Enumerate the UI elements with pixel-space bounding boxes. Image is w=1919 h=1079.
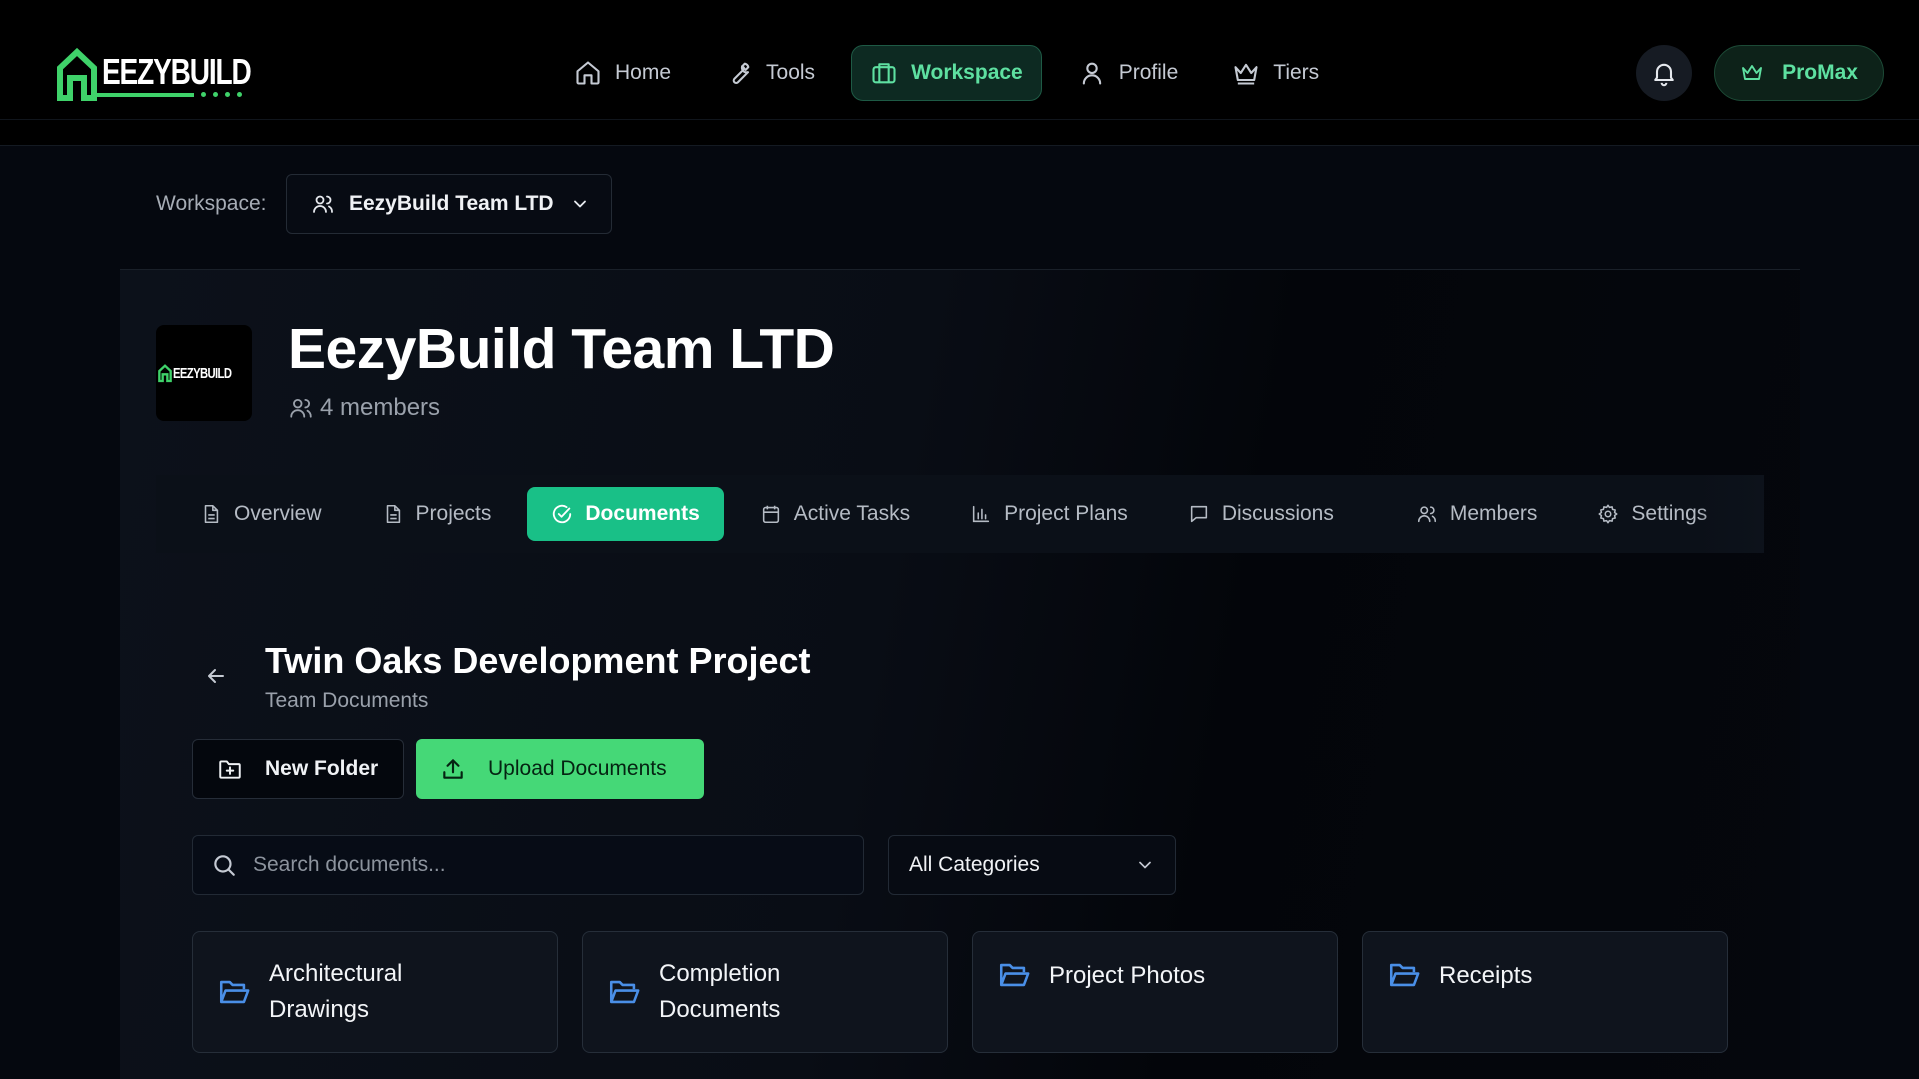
brand-logo[interactable]: EEZYBUILD [56,46,293,102]
main-nav: Home Tools Workspace Profile Tiers [556,45,1355,101]
nav-profile-label: Profile [1118,61,1179,84]
brand-name: EEZYBUILD [102,51,252,92]
nav-tools-label: Tools [766,61,816,84]
house-logo-icon [57,47,97,101]
nav-tiers-label: Tiers [1273,61,1320,84]
divider [0,119,1919,120]
upload-documents-label: Upload Documents [488,757,667,780]
project-title: Twin Oaks Development Project [265,640,811,681]
home-icon [576,61,600,85]
team-logo-text: EEZYBUILD [172,364,232,382]
project-subtitle: Team Documents [265,689,429,712]
tab-members[interactable]: Members [1392,487,1562,541]
folder-open-icon [1389,963,1420,987]
workspace-selected: EezyBuild Team LTD [349,192,554,215]
crown-icon [1234,63,1258,85]
tab-active-tasks-label: Active Tasks [793,502,911,525]
document-icon [386,504,400,524]
bell-icon [1654,63,1674,87]
chat-icon [1190,505,1207,523]
new-folder-label: New Folder [265,757,379,780]
team-name: EezyBuild Team LTD [288,317,835,381]
nav-home[interactable]: Home [556,45,689,101]
folder-plus-icon [219,760,241,779]
tab-project-plans[interactable]: Project Plans [946,487,1152,541]
document-icon [204,504,219,524]
wrench-icon [732,62,750,84]
nav-home-label: Home [615,61,672,84]
gear-icon [1598,504,1618,524]
top-navigation-bar: EEZYBUILD Home Tools Workspace Profile T… [0,0,1919,146]
category-select[interactable]: All Categories [888,835,1176,895]
tab-overview-label: Overview [234,502,322,525]
search-input[interactable] [253,853,853,877]
plan-badge-button[interactable]: ProMax [1714,45,1884,101]
category-selected: All Categories [909,853,1040,876]
tab-project-plans-label: Project Plans [1004,502,1128,525]
user-icon [1082,62,1101,85]
folder-open-icon [219,980,250,1004]
folder-label: Architectural Drawings [269,960,403,1023]
users-icon [290,398,312,418]
folder-grid: Architectural Drawings Completion Docume… [192,931,1728,1053]
search-icon [214,855,235,876]
tab-discussions[interactable]: Discussions [1164,487,1358,541]
tab-active-tasks[interactable]: Active Tasks [736,487,934,541]
folder-open-icon [999,963,1030,987]
users-icon [1417,506,1436,523]
workspace-tabs: Overview Projects Documents Active Tasks… [156,475,1764,553]
member-count-label: 4 members [320,394,441,421]
nav-tools[interactable]: Tools [707,45,833,101]
team-member-count: 4 members [288,394,440,422]
folder-card[interactable]: Completion Documents [582,931,948,1053]
logo-underline [94,92,293,97]
workspace-label: Workspace: [156,192,267,215]
folder-card[interactable]: Receipts [1362,931,1728,1053]
users-icon [313,195,333,213]
crown-icon [1742,65,1763,80]
nav-workspace[interactable]: Workspace [851,45,1042,101]
upload-documents-button[interactable]: Upload Documents [416,739,704,799]
team-avatar: EEZYBUILD [156,325,252,421]
check-circle-icon [553,504,572,524]
house-logo-icon [157,364,172,383]
bar-chart-icon [972,505,990,523]
notifications-button[interactable] [1636,45,1692,101]
nav-workspace-label: Workspace [911,61,1023,84]
tabs-scroll-fade [1694,475,1764,553]
tab-documents[interactable]: Documents [527,487,724,541]
briefcase-icon [872,63,896,84]
document-search [192,835,864,895]
tab-overview[interactable]: Overview [200,487,346,541]
nav-profile[interactable]: Profile [1060,45,1197,101]
calendar-icon [762,505,779,524]
tab-projects[interactable]: Projects [358,487,516,541]
tab-documents-label: Documents [585,502,700,525]
folder-label: Receipts [1439,962,1533,989]
new-folder-button[interactable]: New Folder [192,739,404,799]
folder-open-icon [609,980,640,1004]
chevron-down-icon [1139,861,1151,869]
upload-icon [443,759,463,779]
nav-tiers[interactable]: Tiers [1214,45,1337,101]
folder-label: Project Photos [1049,962,1206,989]
tab-projects-label: Projects [415,502,492,525]
folder-label: Completion Documents [659,960,781,1023]
chevron-down-icon [573,200,586,208]
workspace-select[interactable]: EezyBuild Team LTD [286,174,612,234]
back-arrow-icon[interactable] [204,664,228,688]
tab-discussions-label: Discussions [1221,502,1334,525]
folder-card[interactable]: Project Photos [972,931,1338,1053]
plan-badge-label: ProMax [1782,61,1858,84]
folder-card[interactable]: Architectural Drawings [192,931,558,1053]
tab-members-label: Members [1449,502,1538,525]
